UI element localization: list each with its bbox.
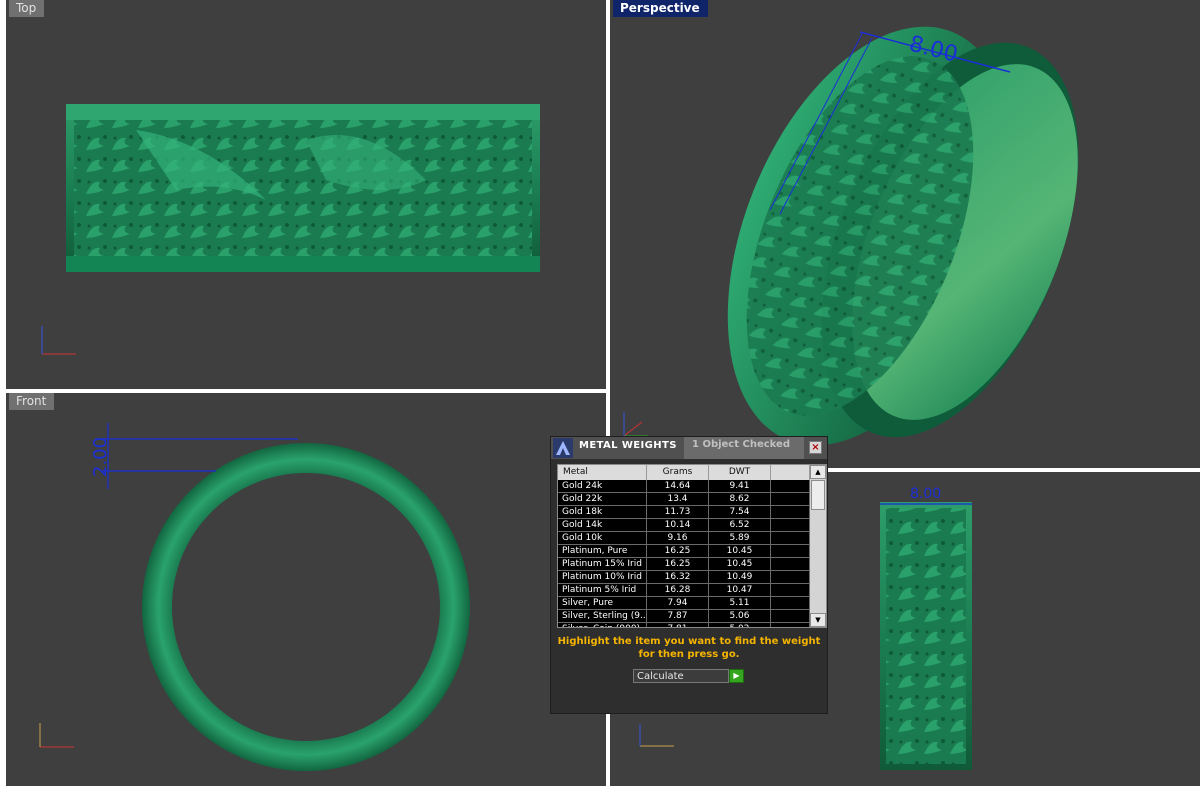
dwt-cell: 6.52: [709, 519, 771, 532]
metal-weights-dialog: METAL WEIGHTS 1 Object Checked × Metal G…: [550, 436, 828, 714]
metal-cell: Silver, Sterling (9...: [558, 610, 647, 623]
column-header-grams[interactable]: Grams: [647, 465, 709, 480]
table-row[interactable]: Platinum 15% Irid 16.25 10.45: [558, 558, 810, 571]
empty-cell: [771, 623, 810, 627]
column-header-metal[interactable]: Metal: [558, 465, 647, 480]
metal-cell: Platinum 15% Irid: [558, 558, 647, 571]
go-button[interactable]: ▶: [729, 669, 744, 683]
metal-cell: Platinum 5% Irid: [558, 584, 647, 597]
table-scrollbar[interactable]: ▲ ▼: [810, 465, 826, 627]
grams-cell: 16.32: [647, 571, 709, 584]
ring-perspective-view: 8.00: [727, 26, 1079, 446]
table-row[interactable]: Gold 18k 11.73 7.54: [558, 506, 810, 519]
dwt-cell: 10.45: [709, 545, 771, 558]
objects-checked-status: 1 Object Checked: [684, 437, 804, 459]
dimension-width-right: 8.00: [880, 486, 972, 505]
table-row[interactable]: Platinum 5% Irid 16.28 10.47: [558, 584, 810, 597]
right-width-dim: 8.00: [910, 486, 941, 502]
empty-cell: [771, 532, 810, 545]
metal-cell: Platinum, Pure: [558, 545, 647, 558]
ring-front-view: 2.00: [39, 423, 470, 771]
axis-triad-right: [639, 724, 674, 747]
column-header-blank: [771, 465, 810, 480]
column-header-dwt[interactable]: DWT: [709, 465, 771, 480]
dialog-titlebar[interactable]: METAL WEIGHTS 1 Object Checked ×: [551, 437, 827, 459]
table-row[interactable]: Silver, Pure 7.94 5.11: [558, 597, 810, 610]
table-row[interactable]: Gold 14k 10.14 6.52: [558, 519, 810, 532]
dwt-cell: 9.41: [709, 480, 771, 493]
grams-cell: 7.81: [647, 623, 709, 627]
metal-cell: Gold 10k: [558, 532, 647, 545]
dwt-cell: 7.54: [709, 506, 771, 519]
grams-cell: 16.25: [647, 545, 709, 558]
empty-cell: [771, 506, 810, 519]
front-height-dim: 2.00: [90, 437, 111, 477]
empty-cell: [771, 610, 810, 623]
grams-cell: 7.94: [647, 597, 709, 610]
empty-cell: [771, 558, 810, 571]
empty-cell: [771, 571, 810, 584]
scroll-thumb[interactable]: [811, 480, 825, 510]
dialog-title: METAL WEIGHTS: [579, 440, 677, 451]
empty-cell: [771, 519, 810, 532]
dwt-cell: 10.49: [709, 571, 771, 584]
metal-cell: Gold 22k: [558, 493, 647, 506]
scroll-up-icon[interactable]: ▲: [810, 465, 826, 479]
scroll-down-icon[interactable]: ▼: [810, 613, 826, 627]
dwt-cell: 8.62: [709, 493, 771, 506]
table-row[interactable]: Silver, Coin (900)7.815.02: [558, 623, 810, 627]
metal-weights-logo-icon: [553, 438, 573, 458]
table-row[interactable]: Platinum 10% Irid 16.32 10.49: [558, 571, 810, 584]
metal-cell: Platinum 10% Irid: [558, 571, 647, 584]
grams-cell: 10.14: [647, 519, 709, 532]
metal-weights-table: Metal Grams DWT Gold 24k 14.64 9.41 Gold 22…: [557, 464, 827, 628]
dwt-cell: 10.47: [709, 584, 771, 597]
axis-triad-top: [41, 326, 76, 355]
dwt-cell: 5.06: [709, 610, 771, 623]
table-row[interactable]: Gold 24k 14.64 9.41: [558, 480, 810, 493]
table-row[interactable]: Gold 10k 9.16 5.89: [558, 532, 810, 545]
grams-cell: 11.73: [647, 506, 709, 519]
action-select[interactable]: Calculate: [633, 669, 729, 683]
table-rows: Gold 24k 14.64 9.41 Gold 22k 13.4 8.62 Gold 18…: [558, 480, 810, 627]
empty-cell: [771, 493, 810, 506]
grams-cell: 13.4: [647, 493, 709, 506]
metal-cell: Silver, Coin (900): [558, 623, 647, 627]
empty-cell: [771, 545, 810, 558]
metal-cell: Gold 18k: [558, 506, 647, 519]
grams-cell: 16.28: [647, 584, 709, 597]
empty-cell: [771, 584, 810, 597]
dwt-cell: 5.11: [709, 597, 771, 610]
viewport-perspective[interactable]: Perspective 8.00: [610, 0, 1200, 468]
grams-cell: 7.87: [647, 610, 709, 623]
dwt-cell: 10.45: [709, 558, 771, 571]
empty-cell: [771, 597, 810, 610]
table-header: Metal Grams DWT: [558, 465, 810, 480]
grams-cell: 14.64: [647, 480, 709, 493]
dwt-cell: 5.89: [709, 532, 771, 545]
ring-top-view: [66, 104, 540, 272]
grams-cell: 9.16: [647, 532, 709, 545]
viewport-top[interactable]: Top: [6, 0, 606, 389]
axis-triad-front: [39, 723, 74, 748]
metal-cell: Silver, Pure: [558, 597, 647, 610]
instruction-text: Highlight the item you want to find the …: [557, 636, 821, 660]
metal-cell: Gold 14k: [558, 519, 647, 532]
empty-cell: [771, 480, 810, 493]
table-row[interactable]: Silver, Sterling (9... 7.87 5.06: [558, 610, 810, 623]
grams-cell: 16.25: [647, 558, 709, 571]
metal-cell: Gold 24k: [558, 480, 647, 493]
viewport-front[interactable]: Front 2.00: [6, 393, 606, 786]
table-row[interactable]: Platinum, Pure 16.25 10.45: [558, 545, 810, 558]
table-row[interactable]: Gold 22k 13.4 8.62: [558, 493, 810, 506]
close-icon[interactable]: ×: [809, 441, 822, 454]
dwt-cell: 5.02: [709, 623, 771, 627]
